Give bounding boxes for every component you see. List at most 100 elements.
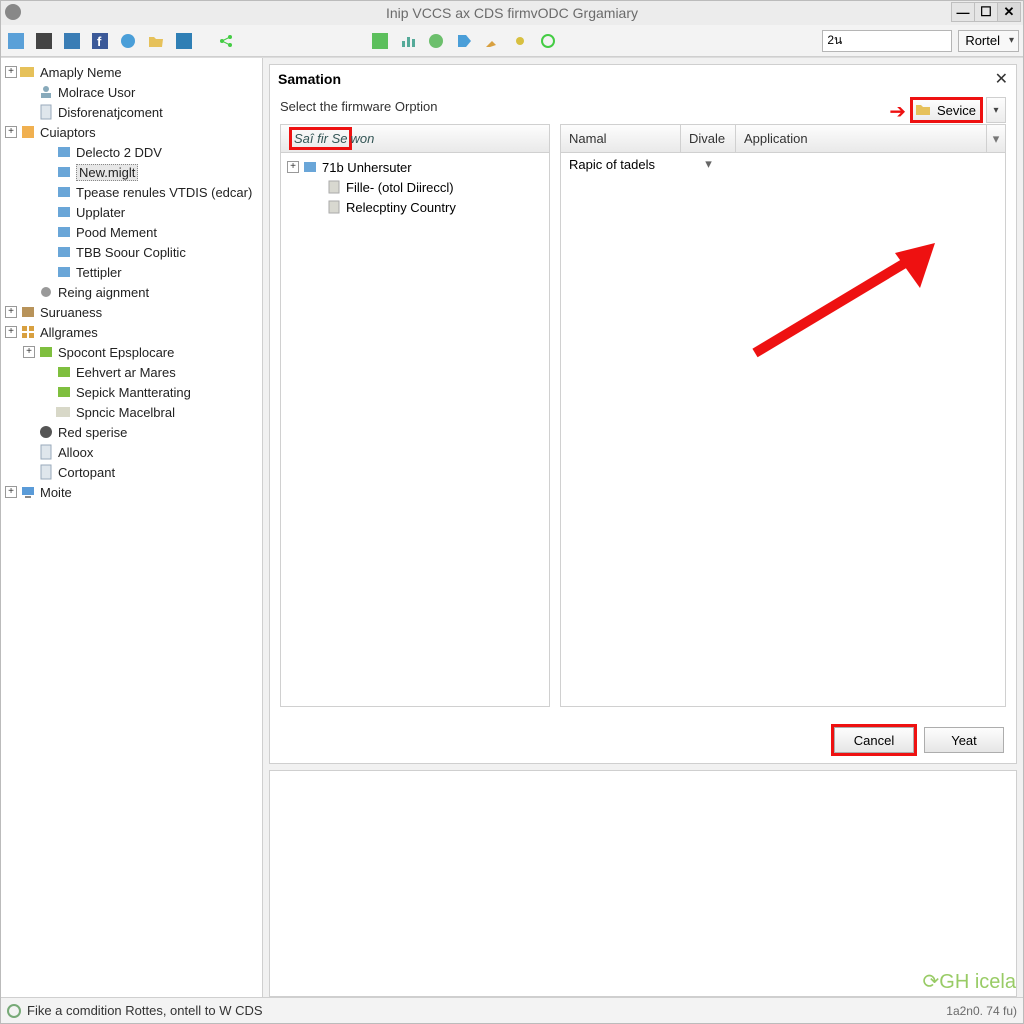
tree-item[interactable]: Alloox (3, 442, 260, 462)
brush-icon[interactable] (481, 30, 503, 52)
tree-item-label: Suruaness (40, 305, 102, 320)
tree-item-label: New.miglt (76, 164, 138, 181)
green-icon (56, 364, 72, 380)
tag-icon[interactable] (453, 30, 475, 52)
content-area: Samation ✕ ➔ Sevice ▾ Select the firmwar… (263, 58, 1023, 997)
tree-item[interactable]: +Spocont Epsplocare (3, 342, 260, 362)
row-name: Rapic of tadels (561, 157, 681, 172)
tree-item[interactable]: New.miglt (3, 162, 260, 182)
chip-icon (20, 124, 36, 140)
expander-icon (23, 86, 35, 98)
status-right-text: 1a2n0. 74 fu) (946, 1004, 1017, 1018)
navigation-tree[interactable]: + Amaply Neme Molrace UsorDisforenatjcomen… (1, 58, 263, 997)
chart-icon[interactable] (397, 30, 419, 52)
firmware-tree-panel: Saî fir Sewon +71b Unhersuter Fille- (oto… (280, 124, 550, 707)
cancel-button[interactable]: Cancel (834, 727, 914, 753)
expander-icon[interactable]: + (5, 486, 17, 498)
sun-icon[interactable] (509, 30, 531, 52)
tree-item[interactable]: Cortopant (3, 462, 260, 482)
firmware-tree-item[interactable]: +71b Unhersuter (285, 157, 545, 177)
save-icon[interactable] (173, 30, 195, 52)
expander-icon[interactable]: + (5, 126, 17, 138)
expander-icon (311, 201, 323, 213)
tree-item[interactable]: Reing aignment (3, 282, 260, 302)
expander-icon (23, 446, 35, 458)
tree-item[interactable]: +Cuiaptors (3, 122, 260, 142)
minimize-button[interactable]: — (951, 2, 975, 22)
gear-icon (38, 284, 54, 300)
monitor-icon (20, 484, 36, 500)
tree-item[interactable]: Delecto 2 DDV (3, 142, 260, 162)
tree-item[interactable]: Spncic Macelbral (3, 402, 260, 422)
expander-icon (23, 466, 35, 478)
mod-icon (56, 224, 72, 240)
window-title: Inip VCCS ax CDS firmvODC Grgamiary (386, 5, 638, 21)
tree-item[interactable]: + Amaply Neme (3, 62, 260, 82)
dialog-title: Samation (278, 71, 341, 87)
tree-item[interactable]: + Suruaness (3, 302, 260, 322)
expander-icon[interactable]: + (5, 306, 17, 318)
col-name[interactable]: Namal (561, 125, 681, 152)
expander-icon (23, 106, 35, 118)
home-icon[interactable] (5, 30, 27, 52)
user-icon (38, 84, 54, 100)
firmware-tree-label: Fille- (otol Diireccl) (346, 180, 454, 195)
tree-item[interactable]: +Moite (3, 482, 260, 502)
toolbar-select[interactable]: Rortel (958, 30, 1019, 52)
row-caret-icon[interactable]: ▾ (681, 156, 736, 172)
firmware-tree-item[interactable]: Relecptiny Country (285, 197, 545, 217)
search-input[interactable] (822, 30, 952, 52)
service-button[interactable]: Sevice (910, 97, 983, 123)
output-panel (269, 770, 1017, 997)
tree-item[interactable]: Eehvert ar Mares (3, 362, 260, 382)
tree-item-label: Spncic Macelbral (76, 405, 175, 420)
col-application[interactable]: Application (736, 125, 987, 152)
col-divale[interactable]: Divale (681, 125, 736, 152)
list-icon[interactable] (369, 30, 391, 52)
expander-icon (41, 226, 53, 238)
doc-icon (38, 104, 54, 120)
screen-icon[interactable] (61, 30, 83, 52)
facebook-icon[interactable]: f (89, 30, 111, 52)
tree-item-label: Amaply Neme (40, 65, 122, 80)
table-row[interactable]: Rapic of tadels ▾ (561, 153, 1005, 175)
globe-icon[interactable] (117, 30, 139, 52)
expander-icon[interactable]: + (23, 346, 35, 358)
service-selector: ➔ Sevice ▾ (889, 97, 1006, 123)
tree-item[interactable]: Sepick Mantterating (3, 382, 260, 402)
tree-item[interactable]: Tettipler (3, 262, 260, 282)
close-button[interactable]: ✕ (997, 2, 1021, 22)
mod-icon (56, 244, 72, 260)
tree-item[interactable]: Pood Mement (3, 222, 260, 242)
world-icon[interactable] (425, 30, 447, 52)
folder-open-icon[interactable] (145, 30, 167, 52)
hint-arrow-large-icon (745, 243, 945, 363)
tree-item[interactable]: Disforenatjcoment (3, 102, 260, 122)
gearB-icon (38, 424, 54, 440)
col-scroll-icon[interactable]: ▾ (987, 125, 1005, 152)
tree-item[interactable]: Tpease renules VTDIS (edcar) (3, 182, 260, 202)
service-dropdown-caret[interactable]: ▾ (986, 97, 1006, 123)
refresh-icon[interactable] (537, 30, 559, 52)
clip-icon (326, 179, 342, 195)
expander-icon[interactable]: + (287, 161, 299, 173)
mod-icon (56, 184, 72, 200)
share-icon[interactable] (215, 30, 237, 52)
page-icon[interactable] (33, 30, 55, 52)
expander-icon (23, 286, 35, 298)
tree-item[interactable]: + Allgrames (3, 322, 260, 342)
firmware-tree-item[interactable]: Fille- (otol Diireccl) (285, 177, 545, 197)
tree-item[interactable]: TBB Soour Coplitic (3, 242, 260, 262)
tree-item[interactable]: Red sperise (3, 422, 260, 442)
tree-item[interactable]: Upplater (3, 202, 260, 222)
main-toolbar: f Rortel (1, 25, 1023, 57)
tree-item-label: Allgrames (40, 325, 98, 340)
expander-icon[interactable]: + (5, 66, 17, 78)
maximize-button[interactable]: ☐ (974, 2, 998, 22)
tree-item[interactable]: Molrace Usor (3, 82, 260, 102)
firmware-tree-header-b: won (350, 131, 374, 146)
expander-icon[interactable]: + (5, 326, 17, 338)
dialog-close-icon[interactable]: ✕ (995, 69, 1008, 89)
firmware-tree-header[interactable]: Saî fir Sewon (281, 125, 549, 153)
yeat-button[interactable]: Yeat (924, 727, 1004, 753)
